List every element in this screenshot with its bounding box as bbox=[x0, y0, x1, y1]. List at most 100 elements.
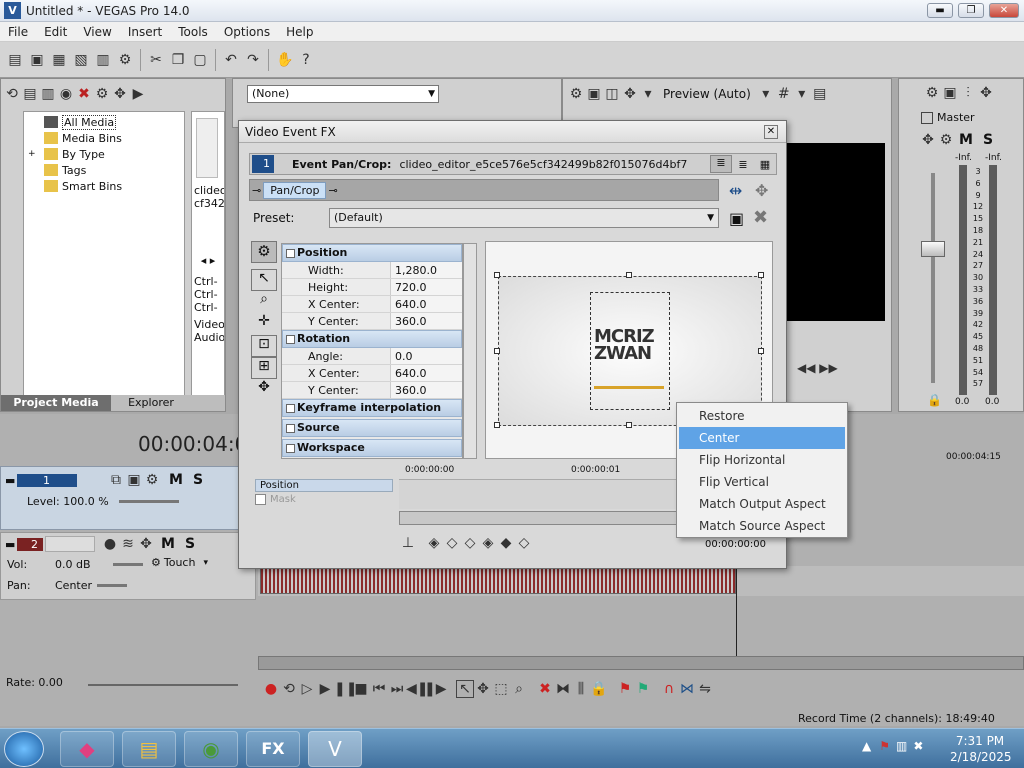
track-1-solo[interactable]: S bbox=[193, 472, 203, 488]
mask-checkbox[interactable] bbox=[255, 494, 266, 505]
taskbar-browser[interactable]: ◉ bbox=[184, 731, 238, 767]
envelope-tool-icon[interactable]: ✥ bbox=[474, 681, 492, 697]
undo-icon[interactable]: ↶ bbox=[223, 52, 239, 68]
tree-item-smart-bins[interactable]: Smart Bins bbox=[24, 178, 184, 194]
menu-edit[interactable]: Edit bbox=[36, 22, 75, 42]
menu-item-match-source-aspect[interactable]: Match Source Aspect bbox=[679, 515, 845, 537]
rot-y-center-input[interactable]: 360.0 bbox=[390, 382, 462, 398]
menu-insert[interactable]: Insert bbox=[120, 22, 170, 42]
master-solo-button[interactable]: S bbox=[983, 132, 993, 148]
remove-icon[interactable]: ✖ bbox=[75, 86, 93, 102]
mixer-icon[interactable]: ⫶ bbox=[959, 85, 977, 101]
scroll-arrows[interactable]: ◂ ▸ bbox=[192, 254, 224, 267]
handle-bottom-mid[interactable] bbox=[626, 422, 632, 428]
master-mute-button[interactable]: M bbox=[959, 132, 973, 148]
help-icon[interactable]: ? bbox=[298, 52, 314, 68]
fx-dialog-close-button[interactable]: ✕ bbox=[764, 125, 778, 139]
tree-item-tags[interactable]: Tags bbox=[24, 162, 184, 178]
next-frame-icon[interactable]: ❚▶ bbox=[424, 681, 447, 697]
tree-item-by-type[interactable]: + By Type bbox=[24, 146, 184, 162]
menu-item-flip-horizontal[interactable]: Flip Horizontal bbox=[679, 449, 845, 471]
preview-dropdown[interactable]: (None) ▼ bbox=[247, 85, 439, 103]
timeline-scrollbar[interactable] bbox=[258, 656, 1024, 670]
delete-icon[interactable]: ✖ bbox=[536, 681, 554, 697]
track-label-position[interactable]: Position bbox=[255, 479, 393, 492]
tray-arrow-icon[interactable]: ▲ bbox=[862, 739, 871, 753]
menu-file[interactable]: File bbox=[0, 22, 36, 42]
handle-mid-right[interactable] bbox=[758, 348, 764, 354]
pan-slider[interactable] bbox=[97, 584, 127, 587]
zoom-tool-icon[interactable]: ⌕ bbox=[510, 681, 528, 697]
rate-slider[interactable] bbox=[88, 684, 238, 686]
pan-crop-chain-button[interactable]: Pan/Crop bbox=[263, 181, 327, 199]
tree-item-all-media[interactable]: All Media bbox=[24, 114, 184, 130]
track-2-fx-icon[interactable]: ✥ bbox=[137, 536, 155, 552]
master-settings-icon[interactable]: ⚙ bbox=[937, 132, 955, 148]
section-workspace[interactable]: Workspace bbox=[282, 439, 462, 457]
properties-icon[interactable]: ⚙ bbox=[117, 52, 133, 68]
overlay-icon[interactable]: ◫ bbox=[603, 86, 621, 102]
tray-flag-icon[interactable]: ⚑ bbox=[879, 739, 890, 753]
split-screen-icon[interactable]: ▣ bbox=[585, 86, 603, 102]
master-fx-icon[interactable]: ✥ bbox=[919, 132, 937, 148]
menu-item-center[interactable]: Center bbox=[679, 427, 845, 449]
track-2-value-box[interactable] bbox=[45, 536, 95, 552]
sync-cursor-icon[interactable]: ⊥ bbox=[399, 535, 417, 551]
selection-tool-icon[interactable]: ⬚ bbox=[492, 681, 510, 697]
previous-frame-icon[interactable]: ◀❚ bbox=[406, 681, 429, 697]
minimize-button[interactable]: ▬ bbox=[927, 3, 953, 18]
grid-icon[interactable]: # bbox=[775, 86, 793, 102]
tree-item-media-bins[interactable]: Media Bins bbox=[24, 130, 184, 146]
collapse-icon[interactable]: ▬ bbox=[5, 538, 15, 551]
handle-mid-left[interactable] bbox=[494, 348, 500, 354]
scale-about-center-icon[interactable]: ⊞ bbox=[251, 357, 277, 379]
save-icon[interactable]: ▦ bbox=[51, 52, 67, 68]
track-1-level-slider[interactable] bbox=[119, 500, 179, 503]
paste-icon[interactable]: ▢ bbox=[192, 52, 208, 68]
preview-nav-arrows[interactable]: ◀◀ ▶▶ bbox=[797, 361, 838, 375]
master-fader-handle[interactable] bbox=[921, 241, 945, 257]
go-to-start-icon[interactable]: ⏮ bbox=[370, 681, 388, 697]
media-fx-icon[interactable]: ⚙ bbox=[93, 86, 111, 102]
import-media-icon[interactable]: ▤ bbox=[21, 86, 39, 102]
add-keyframe-icon[interactable]: ◆ bbox=[497, 535, 515, 551]
save-as-icon[interactable]: ▧ bbox=[73, 52, 89, 68]
play-icon[interactable]: ▶ bbox=[316, 681, 334, 697]
handle-top-right[interactable] bbox=[758, 272, 764, 278]
composite-icon[interactable]: ⧉ bbox=[107, 472, 125, 488]
section-keyframe-interpolation[interactable]: Keyframe interpolation bbox=[282, 399, 462, 417]
menu-view[interactable]: View bbox=[75, 22, 119, 42]
remove-plugin-icon[interactable]: ✥ bbox=[755, 181, 768, 200]
route-icon[interactable]: ✥ bbox=[977, 85, 995, 101]
menu-help[interactable]: Help bbox=[278, 22, 321, 42]
taskbar-explorer[interactable]: ▤ bbox=[122, 731, 176, 767]
handle-bottom-left[interactable] bbox=[494, 422, 500, 428]
taskbar-app-1[interactable]: ◆ bbox=[60, 731, 114, 767]
tray-clock[interactable]: 7:31 PM 2/18/2025 bbox=[950, 733, 1012, 765]
delete-keyframe-icon[interactable]: ◇ bbox=[515, 535, 533, 551]
menu-tools[interactable]: Tools bbox=[170, 22, 216, 42]
property-scrollbar[interactable] bbox=[463, 243, 477, 459]
layout-icon[interactable]: ≣ bbox=[710, 155, 732, 173]
go-to-end-icon[interactable]: ⏭ bbox=[388, 681, 406, 697]
bus-fx-icon[interactable]: ▣ bbox=[941, 85, 959, 101]
snapshot-icon[interactable]: ▤ bbox=[811, 86, 829, 102]
height-input[interactable]: 720.0 bbox=[390, 279, 462, 295]
pause-icon[interactable]: ❚❚ bbox=[334, 681, 357, 697]
track-1-mute[interactable]: M bbox=[169, 472, 183, 488]
tab-project-media[interactable]: Project Media bbox=[1, 395, 111, 411]
collapse-icon[interactable]: ▬ bbox=[5, 474, 15, 487]
web-icon[interactable]: ◉ bbox=[57, 86, 75, 102]
menu-options[interactable]: Options bbox=[216, 22, 278, 42]
y-center-input[interactable]: 360.0 bbox=[390, 313, 462, 329]
last-keyframe-icon[interactable]: ◈ bbox=[479, 535, 497, 551]
section-rotation[interactable]: Rotation bbox=[282, 330, 462, 348]
angle-input[interactable]: 0.0 bbox=[390, 348, 462, 364]
lock-icon[interactable]: 🔒 bbox=[590, 681, 608, 697]
menu-item-flip-vertical[interactable]: Flip Vertical bbox=[679, 471, 845, 493]
handle-top-left[interactable] bbox=[494, 272, 500, 278]
chevron-down-icon[interactable]: ▾ bbox=[757, 86, 775, 102]
handle-top-mid[interactable] bbox=[626, 272, 632, 278]
snapping-icon[interactable]: ∩ bbox=[660, 681, 678, 697]
open-icon[interactable]: ▣ bbox=[29, 52, 45, 68]
